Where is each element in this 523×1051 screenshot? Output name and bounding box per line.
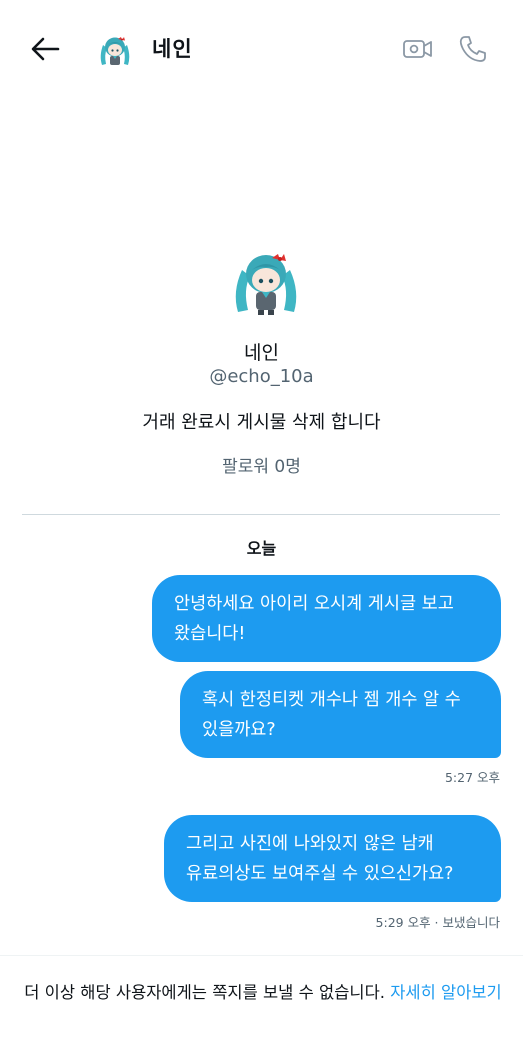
footer-divider [0, 955, 523, 956]
profile-bio: 거래 완료시 게시물 삭제 합니다 [142, 412, 381, 433]
profile-name: 네인 [244, 342, 279, 364]
video-camera-icon [403, 40, 432, 58]
notice-text: 더 이상 해당 사용자에게는 쪽지를 보낼 수 없습니다. [24, 983, 391, 1002]
header-avatar[interactable] [96, 30, 134, 68]
voice-call-button[interactable] [457, 33, 489, 65]
message-bubble[interactable]: 그리고 사진에 나와있지 않은 남캐 유료의상도 보여주실 수 있으신가요? [164, 815, 501, 902]
avatar-image [235, 254, 297, 315]
profile-followers[interactable]: 팔로워 0명 [0, 452, 523, 477]
message-status: 5:29 오후 · 보냈습니다 [375, 915, 500, 930]
message-bubble[interactable]: 혹시 한정티켓 개수나 젬 개수 알 수 있을까요? [180, 671, 501, 758]
dm-disabled-notice: 더 이상 해당 사용자에게는 쪽지를 보낼 수 없습니다. 자세히 알아보기 [18, 980, 508, 1006]
video-call-button[interactable] [402, 35, 434, 63]
date-separator: 오늘 [246, 539, 277, 558]
header-name[interactable]: 네인 [152, 33, 193, 63]
divider [22, 514, 500, 515]
message-bubble[interactable]: 안녕하세요 아이리 오시계 게시글 보고 왔습니다! [152, 575, 501, 662]
profile-handle: @echo_10a [209, 366, 314, 387]
conversation-header: 네인 [0, 0, 523, 100]
arrow-left-icon [31, 37, 60, 61]
phone-icon [459, 36, 486, 62]
avatar-image [100, 37, 130, 65]
profile-avatar[interactable] [228, 240, 304, 316]
message-timestamp: 5:27 오후 [444, 770, 500, 785]
back-button[interactable] [28, 34, 62, 64]
learn-more-link[interactable]: 자세히 알아보기 [390, 983, 502, 1002]
